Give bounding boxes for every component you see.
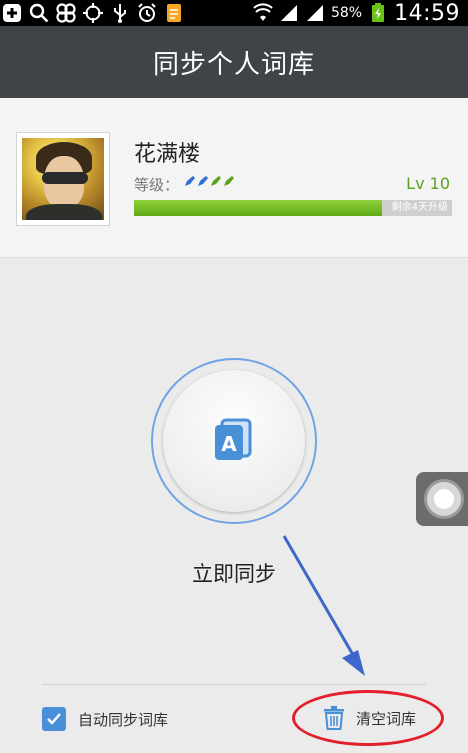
sync-now-label: 立即同步 xyxy=(192,562,276,586)
pen-green-icon xyxy=(224,176,234,186)
avatar-image xyxy=(22,138,104,220)
pen-blue-icon xyxy=(185,176,195,186)
clock: 14:59 xyxy=(394,0,460,26)
cloverleaf-icon xyxy=(56,3,76,23)
status-right: 58% 14:59 xyxy=(253,0,460,26)
sync-now-button[interactable]: A xyxy=(151,358,317,524)
level-progress-text: 剩余4天升级 xyxy=(391,202,448,213)
level-progress-bar: 剩余4天升级 xyxy=(134,200,452,216)
highlight-ellipse xyxy=(292,690,444,746)
battery-percent: 58% xyxy=(330,5,363,21)
floating-assistive-button[interactable] xyxy=(416,472,468,526)
book-icon: A xyxy=(215,418,252,460)
page-title: 同步个人词库 xyxy=(152,49,315,80)
auto-sync-checkbox[interactable] xyxy=(42,707,66,731)
add-box-icon xyxy=(3,4,21,22)
status-bar: 58% 14:59 xyxy=(0,0,468,26)
alarm-icon xyxy=(138,3,156,22)
footer-divider xyxy=(42,684,426,685)
signal-icon xyxy=(280,5,297,21)
avatar[interactable] xyxy=(16,132,110,226)
crosshair-icon xyxy=(83,3,103,23)
status-left-icons xyxy=(2,2,184,24)
pen-blue-icon xyxy=(198,176,208,186)
auto-sync-toggle[interactable]: 自动同步词库 xyxy=(42,706,168,732)
username: 花满楼 xyxy=(134,142,201,167)
svg-text:A: A xyxy=(221,432,237,456)
level-label: 等级： xyxy=(134,176,180,194)
signal-icon xyxy=(306,5,323,21)
file-icon xyxy=(167,4,181,22)
usb-icon xyxy=(114,4,126,23)
pen-green-icon xyxy=(211,176,221,186)
profile-card: 花满楼 等级： Lv 10 剩余4天升级 xyxy=(0,98,468,258)
title-bar: 同步个人词库 xyxy=(0,26,468,98)
level-value: Lv 10 xyxy=(406,174,450,193)
sync-button-face: A xyxy=(163,370,305,512)
checkmark-icon xyxy=(47,713,61,725)
battery-charging-icon xyxy=(372,3,385,22)
search-icon xyxy=(29,3,49,23)
level-progress-fill xyxy=(134,200,383,216)
wifi-icon xyxy=(253,3,273,21)
auto-sync-label: 自动同步词库 xyxy=(78,710,169,729)
assistive-touch-icon xyxy=(424,479,464,519)
level-badges xyxy=(184,175,235,187)
